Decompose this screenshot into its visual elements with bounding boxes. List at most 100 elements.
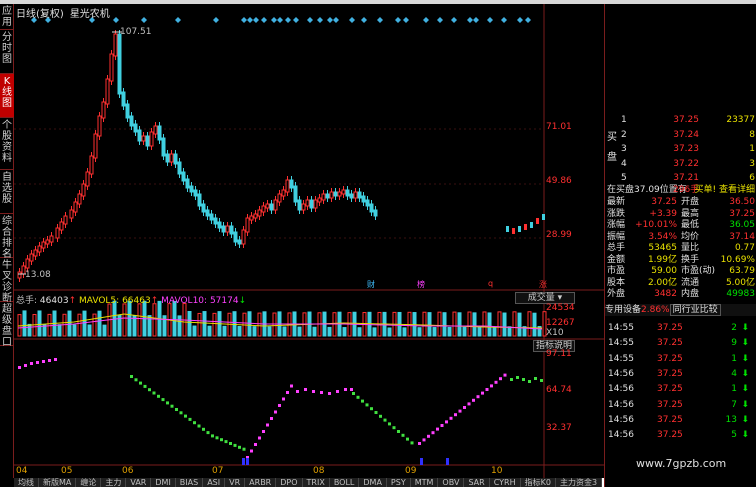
indicator-tab[interactable]: 新版MA xyxy=(39,478,77,487)
indicator-tab[interactable]: CYRH xyxy=(490,478,521,487)
sidebar-tab[interactable]: 自选股 xyxy=(0,170,14,214)
volume-bar xyxy=(197,312,202,337)
sidebar-tab[interactable]: 个股资料 xyxy=(0,118,14,170)
candle-body xyxy=(177,161,182,175)
volume-bar xyxy=(282,326,287,337)
candle-body xyxy=(277,193,282,203)
indicator-dot xyxy=(250,449,253,453)
indicator-signal-bar xyxy=(246,458,249,465)
sidebar-tab[interactable]: 分时图 xyxy=(0,30,14,74)
candle-body xyxy=(137,129,142,142)
indicator-dot xyxy=(262,430,265,433)
volume-bar xyxy=(67,310,72,337)
candle-body xyxy=(45,239,50,245)
candle-body xyxy=(185,178,190,189)
candle-body xyxy=(361,195,366,203)
bid-row: 1 37.25 23377 xyxy=(605,114,756,126)
volume-bar xyxy=(527,311,532,337)
stat-key: 外盘 xyxy=(607,289,626,299)
stat-key: 涨幅 xyxy=(607,220,626,230)
tick-time: 14:56 xyxy=(608,368,634,379)
volume-bar xyxy=(87,324,92,337)
indicator-tab[interactable]: VAR xyxy=(126,478,152,487)
event-marker-finance[interactable]: 财 xyxy=(367,279,375,290)
candle-body xyxy=(337,191,342,197)
kline-chart[interactable] xyxy=(14,4,604,478)
candle-body xyxy=(193,189,198,197)
volume-bar xyxy=(502,312,507,337)
tick-down-arrow-icon: ⬇ xyxy=(741,323,749,333)
tick-row: 14:56 37.25 7 ⬇ xyxy=(605,399,756,411)
volume-bar xyxy=(97,310,102,337)
indicator-tab[interactable]: 指标K0 xyxy=(521,478,556,487)
volume-bar xyxy=(267,326,272,337)
volume-bar xyxy=(472,312,477,337)
indicator-tab[interactable]: BIAS xyxy=(176,478,204,487)
indicator-tab[interactable]: DMA xyxy=(359,478,387,487)
volume-bar xyxy=(312,326,317,337)
volume-bar xyxy=(207,325,212,337)
indicator-tab[interactable]: 主力资金3 xyxy=(556,478,603,487)
stat-value: +3.39 xyxy=(649,208,677,219)
candle-body xyxy=(133,123,138,133)
tick-row: 14:56 37.25 4 ⬇ xyxy=(605,368,756,380)
indicator-tab[interactable]: VR xyxy=(225,478,246,487)
notice-detail-link[interactable]: 买单! 查看详细 xyxy=(695,184,755,196)
volume-bar xyxy=(272,312,277,337)
indicator-tab[interactable]: ARBR xyxy=(245,478,277,487)
indicator-dot xyxy=(211,434,214,438)
indicator-tab[interactable]: ASI xyxy=(203,478,226,487)
candle-body xyxy=(369,203,374,213)
candle-body xyxy=(265,203,270,209)
indicator-tab[interactable]: DPO xyxy=(276,478,303,487)
event-marker-q[interactable]: q xyxy=(488,279,493,288)
candle-body xyxy=(29,253,34,262)
indicator-dot xyxy=(320,391,323,394)
date-axis-label: 04 xyxy=(16,466,28,476)
indicator-tab[interactable]: 均线 xyxy=(14,478,39,487)
volume-bar xyxy=(222,325,227,337)
stat-key: 涨跌 xyxy=(607,208,626,219)
candle-body xyxy=(129,115,134,127)
sidebar-tab[interactable]: 应用 xyxy=(0,4,14,30)
candle-body xyxy=(105,78,110,105)
sidebar-tab[interactable]: 牛叉诊断 xyxy=(0,258,14,304)
indicator-dot xyxy=(422,438,426,442)
indicator-tab[interactable]: 主力 xyxy=(101,478,127,487)
indicator-dot xyxy=(54,358,57,361)
event-marker-limit-up[interactable]: 涨 xyxy=(539,279,547,290)
stat-value: +10.01% xyxy=(635,220,677,230)
indicator-dot xyxy=(224,440,228,444)
candle-body xyxy=(93,133,98,159)
sidebar-tab[interactable]: 超级盘口 xyxy=(0,302,14,348)
volume-bar xyxy=(387,327,392,337)
sidebar-tab[interactable]: 综合排名 xyxy=(0,214,14,260)
indicator-tab[interactable]: MTM xyxy=(411,478,439,487)
diamond-marker xyxy=(271,17,277,23)
volume-bar xyxy=(452,311,457,337)
indicator-tab[interactable]: SAR xyxy=(464,478,490,487)
candle-body xyxy=(17,271,22,279)
indicator-tab[interactable]: 缠论 xyxy=(76,478,102,487)
indicator-tab[interactable]: PSY xyxy=(387,478,411,487)
event-marker-list[interactable]: 榜 xyxy=(417,279,425,290)
volume-bar xyxy=(212,312,217,337)
indicator-dot xyxy=(499,377,502,381)
indicator-dot xyxy=(274,410,277,414)
indicator-tab[interactable]: OBV xyxy=(438,478,465,487)
industry-compare-button[interactable]: 同行业比较 xyxy=(669,304,721,316)
indicator-dot xyxy=(406,437,409,441)
diamond-marker xyxy=(277,17,283,23)
candle-body xyxy=(237,239,242,245)
sidebar-tab[interactable]: K线图 xyxy=(0,74,14,118)
indicator-dot xyxy=(48,359,51,362)
stat-value: 37.14 xyxy=(729,231,755,242)
quote-stat-row: 振幅 3.54% 均价 37.14 xyxy=(605,231,756,243)
candle-body xyxy=(229,225,234,235)
candle-body xyxy=(317,197,322,203)
candle-body xyxy=(109,53,114,82)
candle-body xyxy=(345,189,350,197)
indicator-tab[interactable]: BOLL xyxy=(330,478,360,487)
indicator-tab[interactable]: DMI xyxy=(151,478,176,487)
indicator-tab[interactable]: TRIX xyxy=(303,478,330,487)
